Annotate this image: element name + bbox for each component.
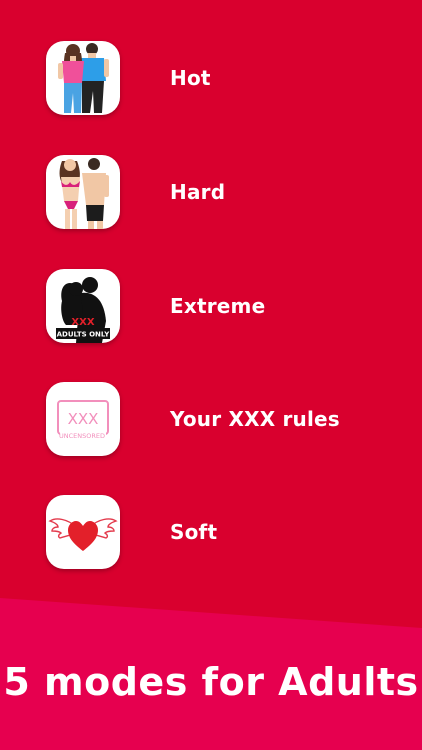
winged-heart-icon bbox=[46, 495, 120, 569]
mode-item-hard[interactable]: Hard bbox=[46, 148, 421, 236]
couple-silhouette-icon: XXX ADULTS ONLY bbox=[46, 269, 120, 343]
mode-label-hard: Hard bbox=[170, 180, 226, 204]
mode-item-soft[interactable]: Soft bbox=[46, 488, 421, 576]
mode-label-your-xxx-rules: Your XXX rules bbox=[170, 407, 340, 431]
xxx-badge-text: XXX bbox=[68, 410, 99, 428]
extreme-badge-adults-only: ADULTS ONLY bbox=[57, 331, 111, 339]
mode-label-soft: Soft bbox=[170, 520, 218, 544]
uncensored-text: UNCENSORED bbox=[59, 432, 105, 440]
xxx-uncensored-icon: XXX UNCENSORED bbox=[46, 382, 120, 456]
mode-label-hot: Hot bbox=[170, 66, 211, 90]
couple-underwear-icon bbox=[46, 155, 120, 229]
mode-item-hot[interactable]: Hot bbox=[46, 34, 421, 122]
couple-casual-icon bbox=[46, 41, 120, 115]
mode-label-extreme: Extreme bbox=[170, 294, 266, 318]
tagline: 5 modes for Adults bbox=[3, 660, 419, 704]
extreme-badge-xxx: XXX bbox=[71, 317, 94, 328]
mode-item-your-xxx-rules[interactable]: XXX UNCENSORED Your XXX rules bbox=[46, 375, 421, 463]
mode-item-extreme[interactable]: XXX ADULTS ONLY Extreme bbox=[46, 262, 421, 350]
